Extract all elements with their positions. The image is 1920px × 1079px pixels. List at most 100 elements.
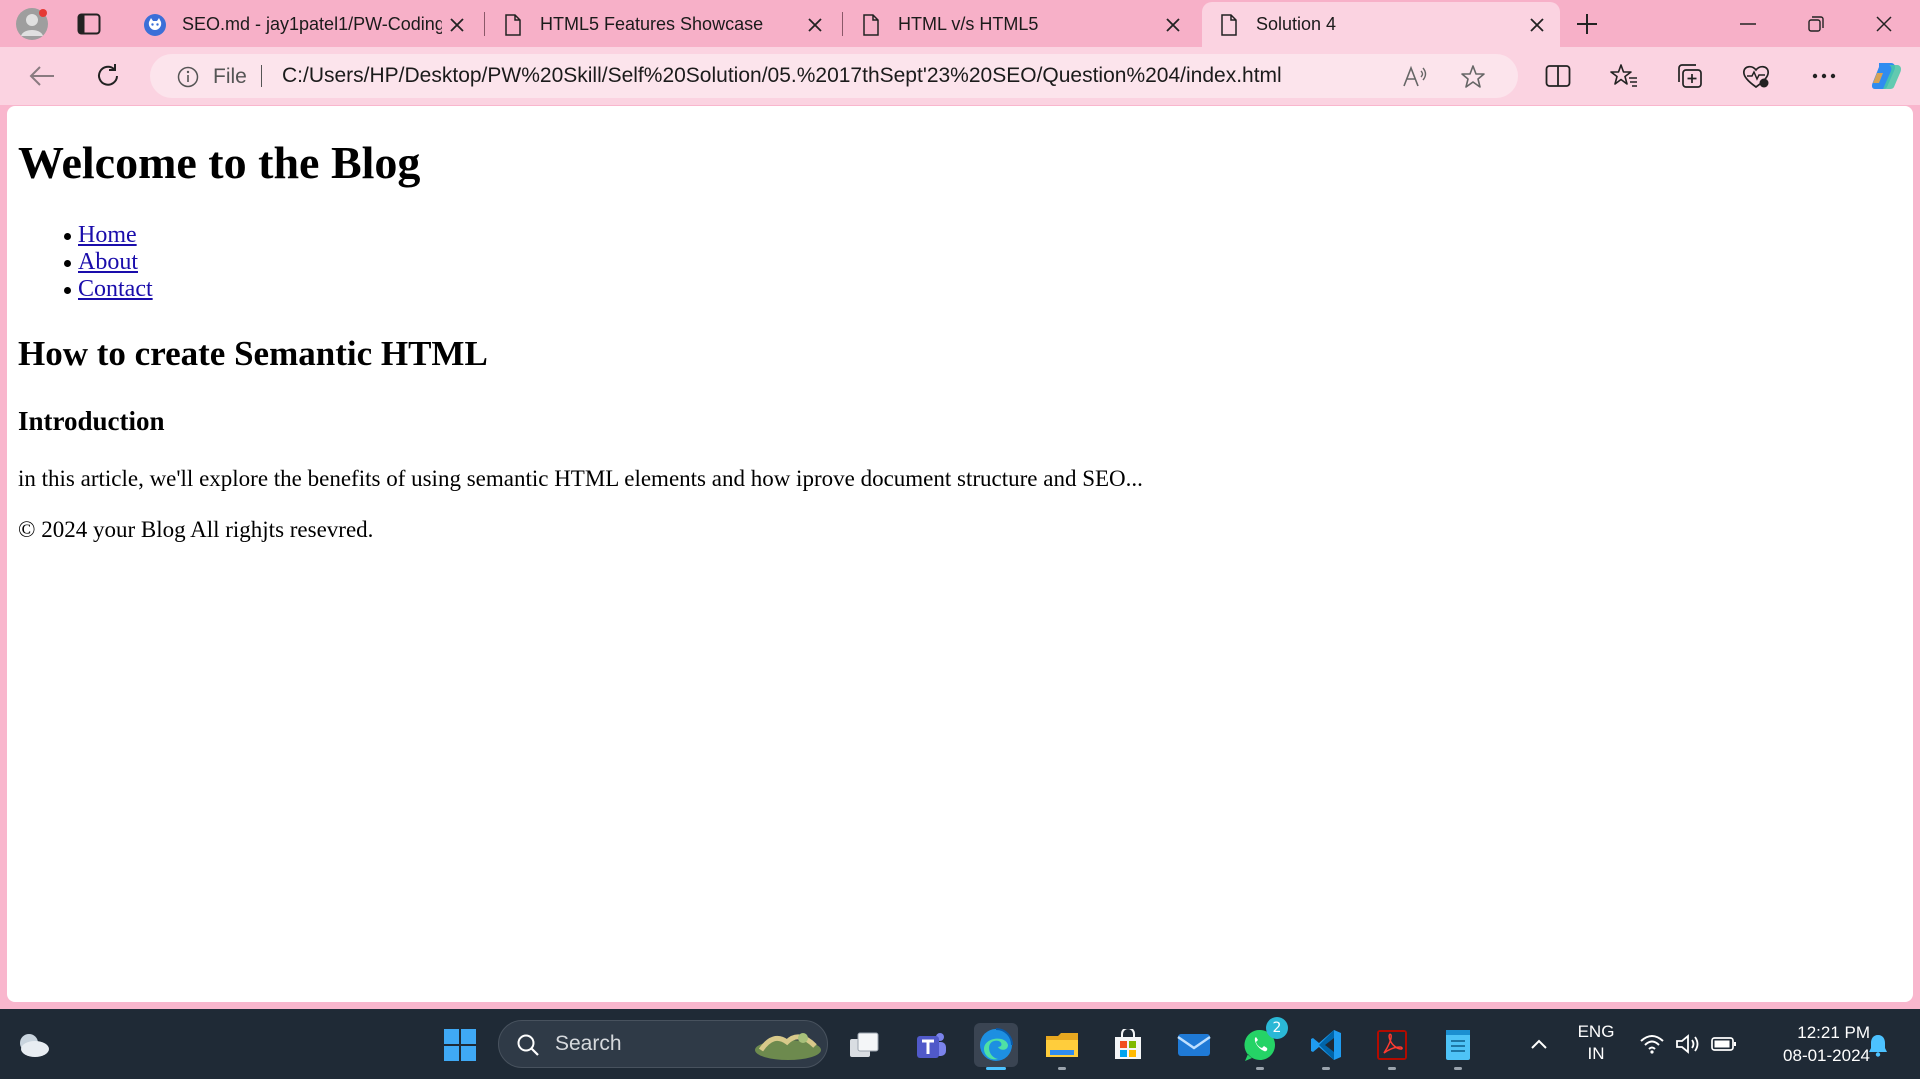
whatsapp-app[interactable]: 2 (1238, 1017, 1288, 1070)
tab-seo-md[interactable]: SEO.md - jay1patel1/PW-Coding (128, 2, 480, 47)
split-screen-button[interactable] (1540, 59, 1576, 93)
browser-essentials-button[interactable] (1738, 59, 1774, 93)
back-button[interactable] (24, 59, 60, 93)
notepad-app[interactable] (1436, 1023, 1480, 1070)
copilot-icon (1871, 63, 1901, 89)
close-icon[interactable] (1158, 10, 1188, 40)
vscode-app[interactable] (1304, 1023, 1348, 1070)
collections-button[interactable] (1672, 59, 1708, 93)
search-highlight-illustration (755, 1033, 821, 1060)
running-indicator (1256, 1067, 1264, 1070)
split-screen-icon (1545, 65, 1571, 87)
running-indicator (1322, 1067, 1330, 1070)
acrobat-icon (1377, 1030, 1407, 1060)
task-view-icon (850, 1032, 879, 1057)
language-code: ENG (1577, 1022, 1615, 1041)
battery-icon[interactable] (1710, 1031, 1738, 1057)
tab-html-vs-html5[interactable]: HTML v/s HTML5 (844, 2, 1196, 47)
search-placeholder: Search (555, 1032, 622, 1055)
tab-bar: SEO.md - jay1patel1/PW-Coding HTML5 Feat… (0, 0, 1920, 47)
taskbar-search[interactable]: Search (498, 1020, 828, 1068)
section-title: Introduction (18, 406, 165, 436)
edge-icon (980, 1028, 1013, 1061)
nav-link-contact[interactable]: Contact (78, 276, 153, 302)
article-paragraph: in this article, we'll explore the benef… (18, 466, 1143, 491)
nav-link-about[interactable]: About (78, 249, 138, 275)
running-indicator (1388, 1067, 1396, 1070)
notepad-icon (1446, 1030, 1470, 1060)
address-bar[interactable]: File C:/Users/HP/Desktop/PW%20Skill/Self… (150, 54, 1518, 98)
divider (261, 65, 262, 87)
back-arrow-icon (29, 66, 54, 86)
tab-actions-icon[interactable] (74, 10, 104, 38)
collections-icon (1678, 64, 1702, 88)
acrobat-app[interactable] (1370, 1023, 1414, 1070)
favorites-button[interactable] (1606, 59, 1642, 93)
nav-item-contact: Contact (18, 276, 153, 303)
read-aloud-icon[interactable] (1400, 63, 1430, 91)
edge-app[interactable] (974, 1023, 1018, 1070)
running-indicator (1454, 1067, 1462, 1070)
url-text[interactable]: C:/Users/HP/Desktop/PW%20Skill/Self%20So… (282, 64, 1282, 88)
mail-icon (1177, 1034, 1211, 1056)
tab-separator (842, 12, 843, 36)
favorite-star-icon[interactable] (1458, 63, 1488, 91)
close-window-button[interactable] (1860, 6, 1908, 42)
teams-app[interactable] (908, 1023, 952, 1067)
clock-time: 12:21 PM (1797, 1023, 1870, 1042)
nav-link-home[interactable]: Home (78, 222, 137, 248)
show-hidden-icons-chevron-up-icon[interactable] (1526, 1031, 1552, 1057)
store-icon (1115, 1029, 1141, 1059)
github-icon (142, 12, 168, 38)
region-code: IN (1587, 1044, 1605, 1063)
copilot-button[interactable] (1868, 59, 1904, 93)
clock-date: 08-01-2024 (1783, 1046, 1870, 1065)
nav-item-about: About (18, 249, 153, 276)
tab-separator (484, 12, 485, 36)
start-button[interactable] (438, 1023, 482, 1067)
tab-title: Solution 4 (1256, 14, 1337, 34)
running-indicator (1058, 1067, 1066, 1070)
new-tab-button[interactable] (1570, 8, 1604, 40)
windows-logo-icon (444, 1029, 476, 1061)
tab-title: HTML v/s HTML5 (898, 14, 1039, 34)
article-title: How to create Semantic HTML (18, 334, 488, 373)
weather-widget-icon[interactable] (14, 1027, 52, 1061)
folder-icon (1046, 1033, 1078, 1057)
ellipsis-icon (1812, 73, 1836, 79)
task-view-button[interactable] (842, 1023, 886, 1067)
restore-button[interactable] (1792, 6, 1840, 42)
favorites-icon (1610, 64, 1637, 87)
profile-avatar-icon[interactable] (14, 6, 50, 42)
file-explorer-app[interactable] (1040, 1023, 1084, 1070)
more-options-button[interactable] (1806, 59, 1842, 93)
teams-icon (917, 1033, 946, 1058)
heart-pulse-icon (1742, 65, 1770, 89)
info-icon[interactable] (176, 65, 200, 89)
page-icon (500, 12, 526, 38)
mail-app[interactable] (1172, 1023, 1216, 1067)
tab-solution-4[interactable]: Solution 4 (1202, 2, 1560, 47)
notification-bell-icon[interactable] (1864, 1031, 1892, 1059)
tab-title: HTML5 Features Showcase (540, 14, 764, 34)
blog-nav: Home About Contact (18, 222, 153, 303)
wifi-icon[interactable] (1638, 1031, 1666, 1057)
browser-toolbar: File C:/Users/HP/Desktop/PW%20Skill/Self… (0, 47, 1920, 105)
page-viewport: Welcome to the Blog Home About Contact H… (7, 106, 1913, 1002)
close-icon[interactable] (1522, 10, 1552, 40)
plus-icon (1577, 14, 1597, 34)
refresh-icon (98, 64, 118, 86)
system-clock[interactable]: 12:21 PM 08-01-2024 (1750, 1021, 1870, 1067)
volume-icon[interactable] (1674, 1031, 1702, 1057)
refresh-button[interactable] (90, 59, 126, 93)
input-language[interactable]: ENG IN (1572, 1021, 1620, 1065)
microsoft-store-app[interactable] (1106, 1023, 1150, 1067)
minimize-button[interactable] (1724, 6, 1772, 42)
page-icon (1216, 12, 1242, 38)
close-icon[interactable] (442, 10, 472, 40)
notification-badge: 2 (1266, 1017, 1288, 1039)
page-icon (858, 12, 884, 38)
tab-html5-features[interactable]: HTML5 Features Showcase (486, 2, 838, 47)
page-footer: © 2024 your Blog All righjts resevred. (18, 517, 374, 542)
close-icon[interactable] (800, 10, 830, 40)
